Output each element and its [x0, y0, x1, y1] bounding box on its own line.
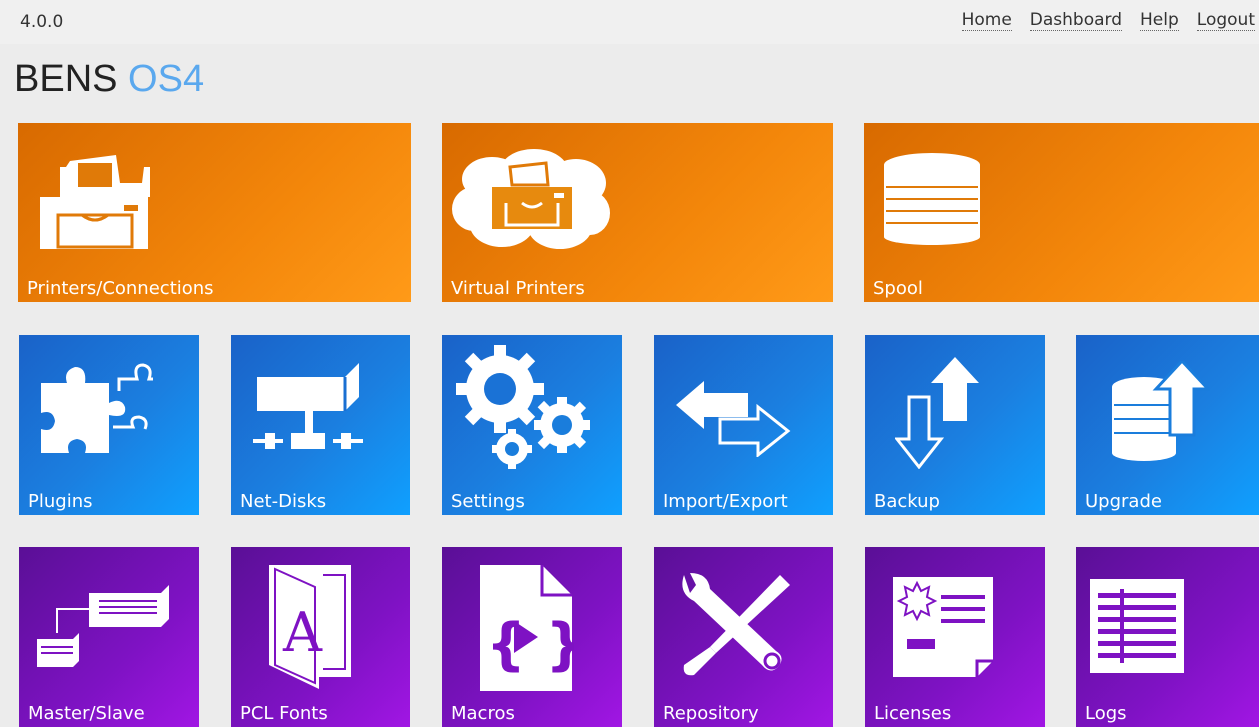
- printer-icon: [40, 155, 150, 249]
- tile-label: Import/Export: [663, 491, 788, 512]
- tile-label: PCL Fonts: [240, 703, 328, 724]
- tile-label: Repository: [663, 703, 759, 724]
- tile-label: Macros: [451, 703, 515, 724]
- tile-net-disks[interactable]: Net-Disks: [231, 335, 410, 515]
- tile-label: Backup: [874, 491, 940, 512]
- tile-label: Logs: [1085, 703, 1127, 724]
- svg-text:{ }: { }: [486, 612, 574, 677]
- tile-licenses[interactable]: Licenses: [865, 547, 1045, 727]
- tile-master-slave[interactable]: Master/Slave: [19, 547, 199, 727]
- tile-label: Settings: [451, 491, 525, 512]
- tile-label: Printers/Connections: [27, 278, 214, 299]
- tile-macros[interactable]: { } Macros: [442, 547, 622, 727]
- font-book-icon: A: [269, 565, 351, 689]
- tile-label: Virtual Printers: [451, 278, 585, 299]
- upgrade-icon: [1112, 361, 1210, 461]
- tile-pcl-fonts[interactable]: A PCL Fonts: [231, 547, 410, 727]
- tile-logs[interactable]: Logs: [1076, 547, 1259, 727]
- tile-repository[interactable]: Repository: [654, 547, 833, 727]
- gears-icon: [456, 345, 590, 469]
- tile-backup[interactable]: Backup: [865, 335, 1045, 515]
- license-certificate-icon: [893, 577, 993, 677]
- network-disk-icon: [253, 363, 363, 449]
- nav-dashboard-link[interactable]: Dashboard: [1029, 10, 1123, 31]
- nav-help-link[interactable]: Help: [1140, 10, 1179, 31]
- backup-arrows-icon: [895, 357, 979, 469]
- tile-label: Upgrade: [1085, 491, 1162, 512]
- tile-settings[interactable]: Settings: [442, 335, 622, 515]
- tile-label: Master/Slave: [28, 703, 145, 724]
- tile-label: Spool: [873, 278, 923, 299]
- tile-label: Licenses: [874, 703, 952, 724]
- nav-home-link[interactable]: Home: [961, 10, 1012, 31]
- version-label: 4.0.0: [20, 12, 64, 32]
- macro-file-icon: { }: [480, 565, 574, 691]
- nav-logout-link[interactable]: Logout: [1196, 10, 1255, 31]
- tools-icon: [682, 573, 790, 676]
- spool-stack-icon: [884, 153, 980, 245]
- puzzle-icon: [41, 363, 153, 453]
- brand-title: BENS OS4: [14, 58, 204, 101]
- tile-spool[interactable]: Spool: [864, 123, 1259, 302]
- brand-suffix: OS4: [128, 58, 205, 100]
- cloud-printer-icon: [452, 149, 610, 249]
- tile-upgrade[interactable]: Upgrade: [1076, 335, 1259, 515]
- brand-name: BENS: [14, 58, 118, 100]
- tile-virtual-printers[interactable]: Virtual Printers: [442, 123, 833, 302]
- import-export-arrows-icon: [676, 381, 791, 457]
- master-slave-icon: [37, 585, 169, 667]
- tile-plugins[interactable]: Plugins: [19, 335, 199, 515]
- tile-printers-connections[interactable]: Printers/Connections: [18, 123, 411, 302]
- log-table-icon: [1090, 579, 1184, 673]
- top-bar: 4.0.0 Home Dashboard Help Logout: [0, 0, 1259, 44]
- tile-import-export[interactable]: Import/Export: [654, 335, 833, 515]
- tile-label: Plugins: [28, 491, 93, 512]
- top-nav: Home Dashboard Help Logout: [944, 10, 1255, 31]
- svg-text:A: A: [282, 601, 323, 664]
- tile-label: Net-Disks: [240, 491, 327, 512]
